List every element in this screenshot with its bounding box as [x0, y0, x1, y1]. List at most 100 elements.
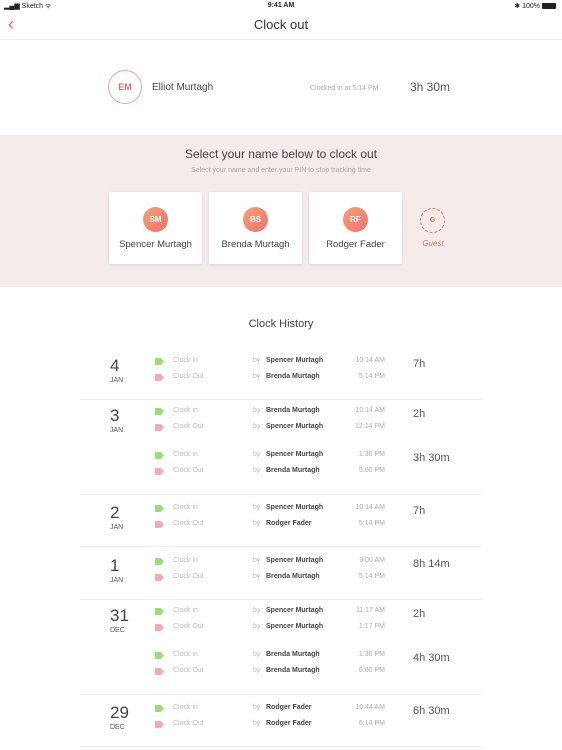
clock-out-tag-icon [155, 574, 164, 581]
clock-out-row: Clock Out by Brenda Murtagh 6:00 PM [80, 666, 482, 678]
clock-out-tag-icon [155, 424, 164, 431]
clock-out-tag-icon [155, 721, 164, 728]
battery: ✱ 100% [514, 2, 556, 10]
person-name: Brenda Murtagh [266, 573, 320, 580]
row-label: Clock in [173, 357, 198, 364]
clock-in-tag-icon [155, 505, 164, 512]
time: 5:14 PM [358, 373, 385, 380]
session-duration: 2h [413, 608, 426, 620]
clock-out-row: Clock Out by Brenda Murtagh 5:00 PM [80, 466, 482, 478]
person-name: Rodger Fader [266, 720, 312, 727]
status-bar: ▂▄▆ Sketch ᯤ 9:41 AM ✱ 100% [0, 0, 562, 12]
clock-in-tag-icon [155, 705, 164, 712]
by-label: by [253, 520, 261, 527]
nav-bar: ‹ Clock out [0, 12, 562, 40]
person-name: Spencer Murtagh [266, 504, 324, 511]
row-label: Clock Out [173, 667, 204, 674]
history-session: Clock in by Spencer Murtagh 9:00 AM Cloc… [80, 556, 482, 596]
time: 9:00 AM [359, 557, 385, 564]
row-label: Clock Out [173, 623, 204, 630]
person-card-spencer[interactable]: SM Spencer Murtagh [109, 192, 202, 264]
person-name: Spencer Murtagh [119, 239, 192, 250]
clock-out-row: Clock Out by Spencer Murtagh 12:14 PM [80, 422, 482, 434]
row-label: Clock Out [173, 373, 204, 380]
history-day: 2 JAN Clock in by Spencer Murtagh 10:14 … [80, 497, 482, 547]
by-label: by [253, 704, 261, 711]
row-label: Clock Out [173, 573, 204, 580]
by-label: by [253, 504, 261, 511]
time: 5:14 PM [358, 573, 385, 580]
session-duration: 4h 30m [413, 652, 450, 664]
by-label: by [253, 651, 261, 658]
row-label: Clock in [173, 407, 198, 414]
by-label: by [253, 467, 261, 474]
row-label: Clock in [173, 451, 198, 458]
history-day: 29 DEC Clock in by Rodger Fader 10:44 AM… [80, 697, 482, 747]
clock-out-row: Clock Out by Brenda Murtagh 5:14 PM [80, 572, 482, 584]
history-title: Clock History [248, 318, 314, 330]
time: 10:14 AM [355, 504, 385, 511]
clock-out-row: Clock Out by Rodger Fader 5:14 PM [80, 519, 482, 531]
history-day: 31 DEC Clock in by Spencer Murtagh 11:17… [80, 600, 482, 695]
clock-out-tag-icon [155, 468, 164, 475]
person-name: Spencer Murtagh [266, 623, 324, 630]
person-name: Rodger Fader [266, 704, 312, 711]
clock-out-tag-icon [155, 624, 164, 631]
select-subtitle: Select your name and enter your PIN to s… [191, 167, 371, 174]
by-label: by [253, 667, 261, 674]
history-session: Clock in by Rodger Fader 10:44 AM Clock … [80, 703, 482, 743]
history-session: Clock in by Brenda Murtagh 1:30 PM Clock… [80, 650, 482, 690]
clock: 9:41 AM [267, 2, 295, 9]
battery-percent: 100% [522, 3, 540, 10]
avatar: EM [108, 70, 142, 104]
session-duration: 6h 30m [413, 705, 450, 717]
history-session: Clock in by Spencer Murtagh 1:30 PM Cloc… [80, 450, 482, 490]
clock-in-tag-icon [155, 452, 164, 459]
clock-in-tag-icon [155, 652, 164, 659]
time: 1:30 PM [358, 451, 385, 458]
person-name: Spencer Murtagh [266, 451, 324, 458]
history-session: Clock in by Spencer Murtagh 11:17 AM Clo… [80, 606, 482, 646]
row-label: Clock in [173, 504, 198, 511]
by-label: by [253, 573, 261, 580]
time: 10:44 AM [355, 704, 385, 711]
person-name: Rodger Fader [266, 520, 312, 527]
duration: 3h 30m [410, 80, 451, 94]
person-name: Brenda Murtagh [266, 651, 320, 658]
person-name: Rodger Fader [326, 239, 385, 250]
session-duration: 3h 30m [413, 452, 450, 464]
avatar: BS [243, 207, 268, 232]
person-name: Spencer Murtagh [266, 423, 324, 430]
clock-in-tag-icon [155, 608, 164, 615]
clock-out-tag-icon [155, 521, 164, 528]
person-name: Brenda Murtagh [266, 667, 320, 674]
row-label: Clock in [173, 704, 198, 711]
clock-out-row: Clock Out by Spencer Murtagh 1:17 PM [80, 622, 482, 634]
time: 5:00 PM [358, 467, 385, 474]
time: 11:17 AM [355, 607, 385, 614]
user-name: Elliot Murtagh [152, 82, 214, 93]
row-label: Clock Out [173, 467, 204, 474]
person-name: Brenda Murtagh [266, 373, 320, 380]
history-day: 3 JAN Clock in by Brenda Murtagh 10:14 A… [80, 400, 482, 495]
by-label: by [253, 373, 261, 380]
guest-label[interactable]: Guest [413, 239, 453, 248]
clock-out-tag-icon [155, 668, 164, 675]
guest-button[interactable]: G [420, 208, 445, 233]
person-card-brenda[interactable]: BS Brenda Murtagh [209, 192, 302, 264]
clock-out-row: Clock Out by Rodger Fader 6:14 PM [80, 719, 482, 731]
session-duration: 7h [413, 505, 426, 517]
session-duration: 8h 14m [413, 558, 450, 570]
by-label: by [253, 557, 261, 564]
time: 10:14 AM [355, 407, 385, 414]
avatar: RF [343, 207, 368, 232]
person-card-rodger[interactable]: RF Rodger Fader [309, 192, 402, 264]
page-title: Clock out [253, 17, 309, 32]
by-label: by [253, 607, 261, 614]
clock-in-tag-icon [155, 358, 164, 365]
time: 1:30 PM [358, 651, 385, 658]
row-label: Clock Out [173, 720, 204, 727]
history-session: Clock in by Brenda Murtagh 10:14 AM Cloc… [80, 406, 482, 446]
current-user: EM Elliot Murtagh Clocked in at 5:14 PM … [0, 40, 562, 135]
clock-out-row: Clock Out by Brenda Murtagh 5:14 PM [80, 372, 482, 384]
